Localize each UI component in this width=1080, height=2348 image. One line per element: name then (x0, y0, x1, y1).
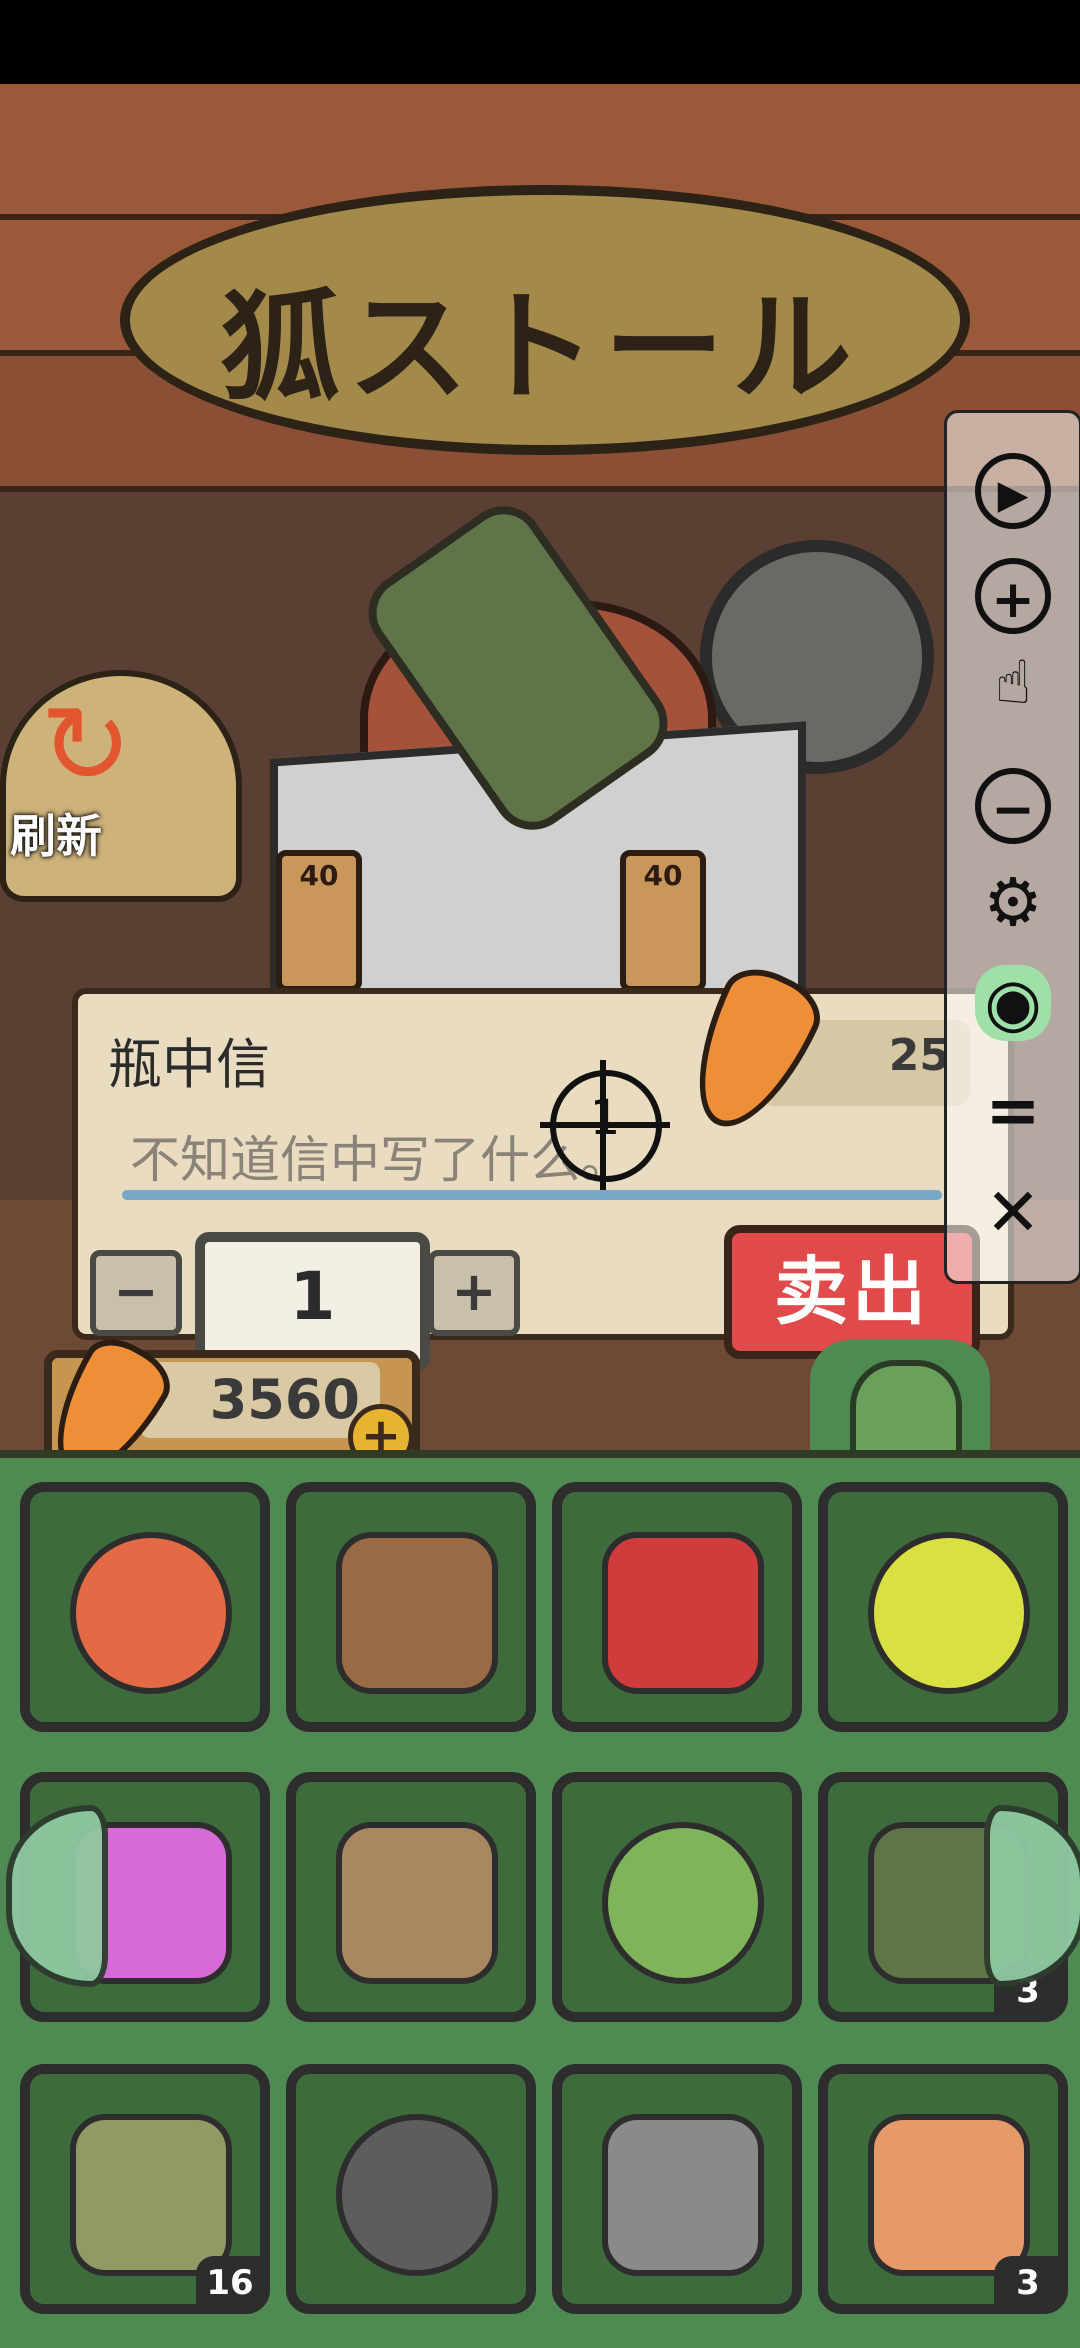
swim-ring-icon (868, 1532, 1030, 1694)
next-page-arrow[interactable] (984, 1805, 1080, 1987)
play-button[interactable]: ▶ (975, 453, 1051, 529)
kite-icon (602, 1532, 764, 1694)
increment-button[interactable]: + (428, 1250, 520, 1336)
item-count-badge: 3 (994, 2256, 1058, 2304)
carrot-count: 3560 (209, 1368, 360, 1431)
description-underline (122, 1190, 942, 1200)
rope-net-icon (336, 1822, 498, 1984)
hide-eye-icon[interactable]: ◉ (975, 965, 1051, 1041)
inventory-slot[interactable] (818, 1482, 1068, 1732)
quantity-value: 1 (289, 1258, 336, 1335)
close-button[interactable]: ✕ (975, 1175, 1051, 1251)
bass-fish-icon (70, 2114, 232, 2276)
settings-button[interactable]: ⚙ (975, 865, 1051, 941)
floating-toolbar: ▶ + ☝ − ⚙ ◉ = ✕ (944, 410, 1080, 1284)
inventory-slot[interactable] (286, 1482, 536, 1732)
inventory-slot[interactable] (552, 1772, 802, 2022)
menu-button[interactable]: = (975, 1073, 1051, 1149)
inventory-slot[interactable] (552, 1482, 802, 1732)
inventory-slot[interactable] (20, 1482, 270, 1732)
inventory-slot[interactable] (552, 2064, 802, 2314)
tap-gesture-icon[interactable]: ☝ (975, 645, 1051, 721)
sell-button[interactable]: 卖出 (724, 1225, 980, 1359)
collection-ticket-icon (868, 2114, 1030, 2276)
refresh-label: 刷新 (10, 809, 102, 863)
book-lord-of-the-carrots-icon (602, 1822, 764, 1984)
zoom-out-button[interactable]: − (975, 768, 1051, 844)
shop-sign-title: 狐ストール (220, 277, 860, 418)
price-tag: 40 (276, 850, 362, 992)
price-tag: 40 (620, 850, 706, 992)
inventory-slot[interactable]: 3 (818, 2064, 1068, 2314)
refresh-icon: ↻ (40, 681, 133, 809)
status-bar (0, 0, 1080, 84)
price-tag-label: 40 (299, 859, 339, 892)
inventory-slot[interactable] (286, 1772, 536, 2022)
cursor-number: 1 (589, 1090, 621, 1146)
item-price: 25 (888, 1030, 950, 1081)
paddle-icon (336, 1532, 498, 1694)
decrement-button[interactable]: − (90, 1250, 182, 1336)
guitar-icon (70, 1532, 232, 1694)
catfish-icon (336, 2114, 498, 2276)
zoom-in-button[interactable]: + (975, 558, 1051, 634)
item-count-badge: 16 (196, 2256, 260, 2304)
inventory-slot[interactable]: 16 (20, 2064, 270, 2314)
inventory-slot[interactable] (286, 2064, 536, 2314)
item-name: 瓶中信 (108, 1033, 270, 1096)
sturgeon-icon (602, 2114, 764, 2276)
price-tag-label: 40 (643, 859, 683, 892)
